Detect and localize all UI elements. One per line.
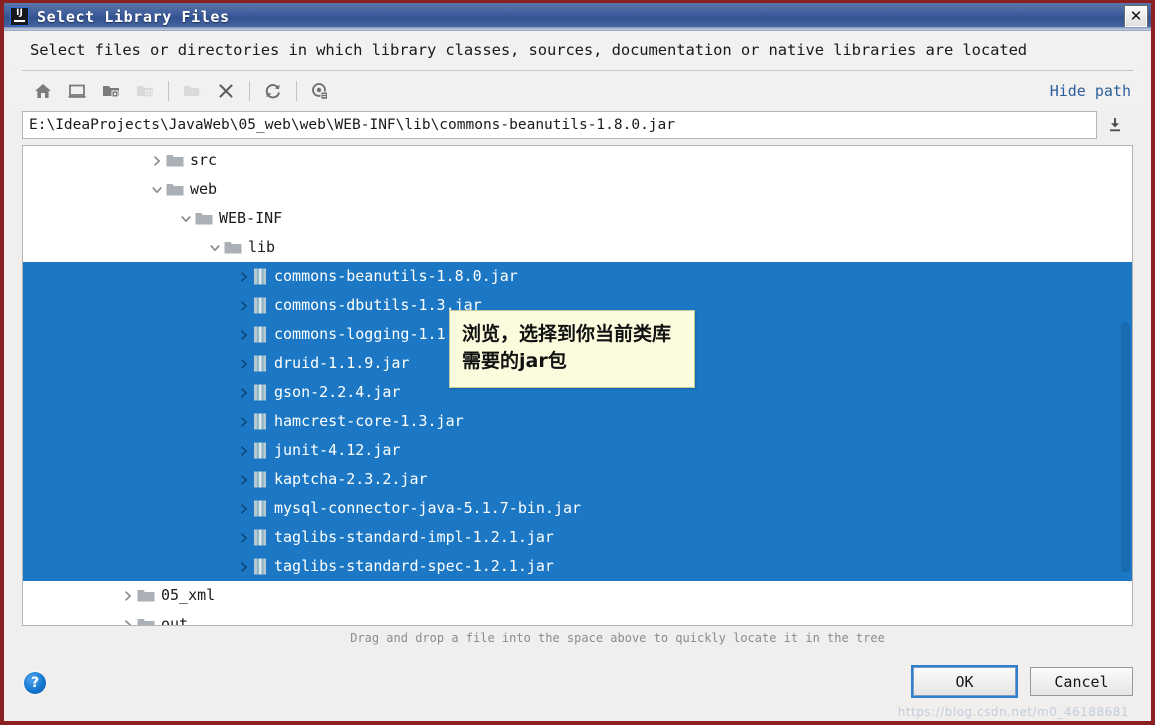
tree-row[interactable]: junit-4.12.jar: [23, 436, 1132, 465]
chevron-down-icon[interactable]: [177, 210, 195, 228]
tree-row-label: commons-beanutils-1.8.0.jar: [274, 267, 518, 285]
chevron-right-icon[interactable]: [119, 587, 137, 605]
hide-path-link[interactable]: Hide path: [1050, 82, 1131, 100]
jar-file-icon: [253, 413, 267, 430]
folder-icon: [137, 588, 155, 603]
window-title: Select Library Files: [37, 7, 230, 26]
file-tree-panel[interactable]: src web WEB-INF lib commons-beanutils-1.8.0.…: [22, 145, 1133, 626]
select-library-files-dialog: IJ Select Library Files ✕ Select files o…: [0, 0, 1155, 725]
tree-row-label: gson-2.2.4.jar: [274, 383, 401, 401]
dialog-footer: ? OK Cancel https://blog.csdn.net/m0_461…: [4, 658, 1151, 721]
cancel-button[interactable]: Cancel: [1030, 667, 1133, 696]
toolbar-separator: [168, 81, 169, 101]
jar-file-icon: [253, 297, 267, 314]
toolbar-separator: [296, 81, 297, 101]
path-input[interactable]: [22, 111, 1097, 139]
folder-icon: [166, 182, 184, 197]
module-folder-icon: [128, 76, 162, 106]
jar-file-icon: [253, 355, 267, 372]
annotation-note: 浏览，选择到你当前类库需要的jar包: [449, 310, 695, 388]
tree-row-label: web: [190, 180, 218, 198]
chevron-right-icon[interactable]: [148, 152, 166, 170]
desktop-icon[interactable]: [60, 76, 94, 106]
path-row: [22, 111, 1133, 139]
tree-row-label: junit-4.12.jar: [274, 441, 401, 459]
jar-file-icon: [253, 442, 267, 459]
toolbar-separator: [249, 81, 250, 101]
tree-scrollbar-thumb[interactable]: [1121, 322, 1130, 572]
chevron-right-icon[interactable]: [235, 297, 253, 315]
close-icon: ✕: [1129, 7, 1143, 25]
folder-icon: [224, 240, 242, 255]
tree-row[interactable]: web: [23, 175, 1132, 204]
tree-row[interactable]: taglibs-standard-spec-1.2.1.jar: [23, 552, 1132, 581]
tree-row[interactable]: out: [23, 610, 1132, 626]
tree-row-label: mysql-connector-java-5.1.7-bin.jar: [274, 499, 582, 517]
ok-button[interactable]: OK: [913, 667, 1016, 696]
tree-row[interactable]: 05_xml: [23, 581, 1132, 610]
tree-row-label: lib: [248, 238, 276, 256]
tree-row-label: src: [190, 151, 218, 169]
tree-row[interactable]: taglibs-standard-impl-1.2.1.jar: [23, 523, 1132, 552]
chevron-right-icon[interactable]: [235, 384, 253, 402]
toolbar: Hide path: [4, 71, 1151, 111]
folder-icon: [195, 211, 213, 226]
jar-file-icon: [253, 326, 267, 343]
tree-row-label: druid-1.1.9.jar: [274, 354, 410, 372]
jar-file-icon: [253, 384, 267, 401]
tree-row-label: WEB-INF: [219, 209, 283, 227]
title-bar: IJ Select Library Files ✕: [4, 3, 1151, 31]
refresh-icon[interactable]: [256, 76, 290, 106]
close-button[interactable]: ✕: [1124, 5, 1148, 28]
chevron-right-icon[interactable]: [235, 326, 253, 344]
tree-row[interactable]: kaptcha-2.3.2.jar: [23, 465, 1132, 494]
tree-hint: Drag and drop a file into the space abov…: [350, 631, 885, 645]
tree-row-label: taglibs-standard-impl-1.2.1.jar: [274, 528, 554, 546]
tree-row[interactable]: hamcrest-core-1.3.jar: [23, 407, 1132, 436]
chevron-right-icon[interactable]: [235, 442, 253, 460]
delete-icon[interactable]: [209, 76, 243, 106]
jar-file-icon: [253, 471, 267, 488]
jar-file-icon: [253, 529, 267, 546]
jar-file-icon: [253, 500, 267, 517]
tree-scrollbar[interactable]: [1120, 146, 1131, 625]
tree-row[interactable]: lib: [23, 233, 1132, 262]
new-folder-icon: [175, 76, 209, 106]
chevron-right-icon[interactable]: [235, 529, 253, 547]
download-arrow-icon[interactable]: [1097, 111, 1133, 139]
tree-row[interactable]: commons-beanutils-1.8.0.jar: [23, 262, 1132, 291]
folder-icon: [166, 153, 184, 168]
chevron-right-icon[interactable]: [235, 500, 253, 518]
chevron-right-icon[interactable]: [235, 471, 253, 489]
tree-row-label: out: [161, 615, 189, 626]
tree-row-label: kaptcha-2.3.2.jar: [274, 470, 428, 488]
chevron-down-icon[interactable]: [148, 181, 166, 199]
tree-row-label: taglibs-standard-spec-1.2.1.jar: [274, 557, 554, 575]
jar-file-icon: [253, 268, 267, 285]
project-folder-icon[interactable]: [94, 76, 128, 106]
tree-row-label: 05_xml: [161, 586, 216, 604]
jar-file-icon: [253, 558, 267, 575]
help-button[interactable]: ?: [24, 672, 46, 694]
chevron-right-icon[interactable]: [235, 413, 253, 431]
chevron-right-icon[interactable]: [119, 616, 137, 625]
tree-row-label: hamcrest-core-1.3.jar: [274, 412, 464, 430]
tree-row[interactable]: WEB-INF: [23, 204, 1132, 233]
chevron-right-icon[interactable]: [235, 558, 253, 576]
intellij-idea-icon: IJ: [10, 7, 29, 26]
chevron-right-icon[interactable]: [235, 355, 253, 373]
tree-row[interactable]: mysql-connector-java-5.1.7-bin.jar: [23, 494, 1132, 523]
tree-row[interactable]: src: [23, 146, 1132, 175]
chevron-down-icon[interactable]: [206, 239, 224, 257]
dialog-description: Select files or directories in which lib…: [4, 31, 1151, 70]
watermark: https://blog.csdn.net/m0_46188681: [897, 705, 1129, 719]
show-hidden-files-icon[interactable]: [303, 76, 337, 106]
home-icon[interactable]: [26, 76, 60, 106]
folder-icon: [137, 617, 155, 625]
chevron-right-icon[interactable]: [235, 268, 253, 286]
